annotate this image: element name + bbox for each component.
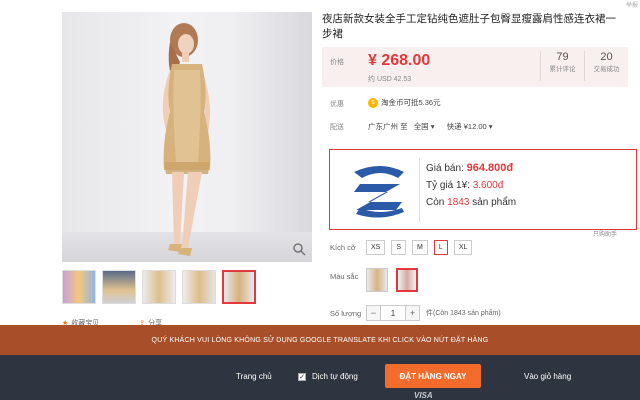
qty-decrease-button[interactable]: − [366,305,381,321]
sales-count: 20 [600,51,613,63]
vn-stock-suffix: sản phẩm [472,197,517,208]
quantity-stepper: − 1 + 件(Còn 1843 sản phẩm) [366,305,501,321]
shipping-label: 配送 [330,124,344,131]
helper-tag: 只购助手 [593,232,618,238]
vn-logo [340,158,420,222]
thumbnail-strip [62,270,256,304]
price-box: 价格 ¥ 268.00 约 USD 42.53 79 累计评论 20 交易成功 [322,47,628,87]
vn-stock-line: Còn 1843 sản phẩm [426,194,516,211]
shipping-row: 广东广州 至 全国 ▾ 快递 ¥12.00 ▾ [368,121,493,132]
qty-label: Số lượng [330,309,362,318]
price-label: 价格 [330,59,344,66]
color-label: Màu sắc [330,272,359,281]
thumbnail[interactable] [102,270,136,304]
promo-text: 淘金币可抵5.36元 [381,98,441,107]
color-swatch[interactable] [366,268,388,292]
vn-rate-label: Tỷ giá 1¥: [426,180,470,191]
qty-input[interactable]: 1 [381,305,405,321]
vn-stock-prefix: Còn [426,197,445,208]
thumbnail[interactable] [62,270,96,304]
thumbnail-active[interactable] [222,270,256,304]
vn-rate-value: 3.600đ [472,180,504,191]
model-figure [162,23,211,256]
vn-price-line: Giá bán: 964.800đ [426,160,516,177]
thumbnail[interactable] [142,270,176,304]
price-value: ¥ 268.00 [368,52,431,69]
auto-translate-toggle[interactable]: ✓ Dịch tự động [298,372,358,381]
vn-price-box: Giá bán: 964.800đ Tỷ giá 1¥: 3.600đ Còn … [329,149,637,230]
main-product-image[interactable] [62,12,312,262]
auto-translate-label: Dịch tự động [312,372,358,381]
sales-label: 交易成功 [593,66,620,73]
warning-text: QUÝ KHÁCH VUI LÒNG KHÔNG SỬ DỤNG GOOGLE … [151,336,489,344]
shipping-method-select[interactable]: 快递 ¥12.00 ▾ [447,122,493,131]
zoom-icon[interactable] [292,242,306,256]
shipping-from: 广东广州 至 [368,122,408,131]
home-link[interactable]: Trang chủ [236,372,272,381]
reviews-count: 79 [556,51,569,63]
size-option[interactable]: M [412,240,428,255]
qty-stock: 件(Còn 1843 sản phẩm) [426,310,501,317]
logo-icon [354,166,404,218]
add-to-cart-link[interactable]: Vào giỏ hàng [524,372,571,381]
size-option-selected[interactable]: L [433,240,448,255]
color-swatch-selected[interactable] [396,268,418,292]
product-page: ★ 收藏宝贝 ⇪ 分享 举报 夜店新款女装全手工定钻纯色遮肚子包臀显瘦露肩性感连衣裙… [0,0,640,400]
visa-logo: VISA [414,391,433,400]
thumbnail[interactable] [182,270,216,304]
reviews-label: 累计评论 [549,66,576,73]
size-option[interactable]: XS [366,240,386,255]
coin-icon: s [368,97,378,108]
action-bar: Trang chủ ✓ Dịch tự động ĐẶT HÀNG NGAY V… [0,355,640,400]
vn-price-label: Giá bán: [426,163,464,174]
report-link[interactable]: 举报 [626,0,638,9]
size-label: Kích cỡ [330,243,356,252]
vn-stock-value: 1843 [447,197,470,208]
qty-increase-button[interactable]: + [405,305,420,321]
promo-label: 优惠 [330,101,344,108]
price-usd: 约 USD 42.53 [368,76,412,83]
size-option[interactable]: XL [453,240,473,255]
vn-rate-line: Tỷ giá 1¥: 3.600đ [426,177,516,194]
shipping-to-select[interactable]: 全国 ▾ [414,122,435,131]
vn-price-value: 964.800đ [466,162,514,174]
size-options: XS S M L XL [366,240,473,255]
size-option[interactable]: S [391,240,407,255]
sales-stat: 20 交易成功 [584,51,628,81]
order-now-button[interactable]: ĐẶT HÀNG NGAY [385,364,481,388]
vn-price-lines: Giá bán: 964.800đ Tỷ giá 1¥: 3.600đ Còn … [426,160,516,211]
color-options [366,268,418,292]
warning-bar: QUÝ KHÁCH VUI LÒNG KHÔNG SỬ DỤNG GOOGLE … [0,325,640,355]
product-title: 夜店新款女装全手工定钻纯色遮肚子包臀显瘦露肩性感连衣裙一步裙 [322,13,616,40]
promo-row: s 淘金币可抵5.36元 [368,97,441,108]
reviews-stat[interactable]: 79 累计评论 [540,51,584,81]
auto-translate-checkbox[interactable]: ✓ [298,372,306,381]
